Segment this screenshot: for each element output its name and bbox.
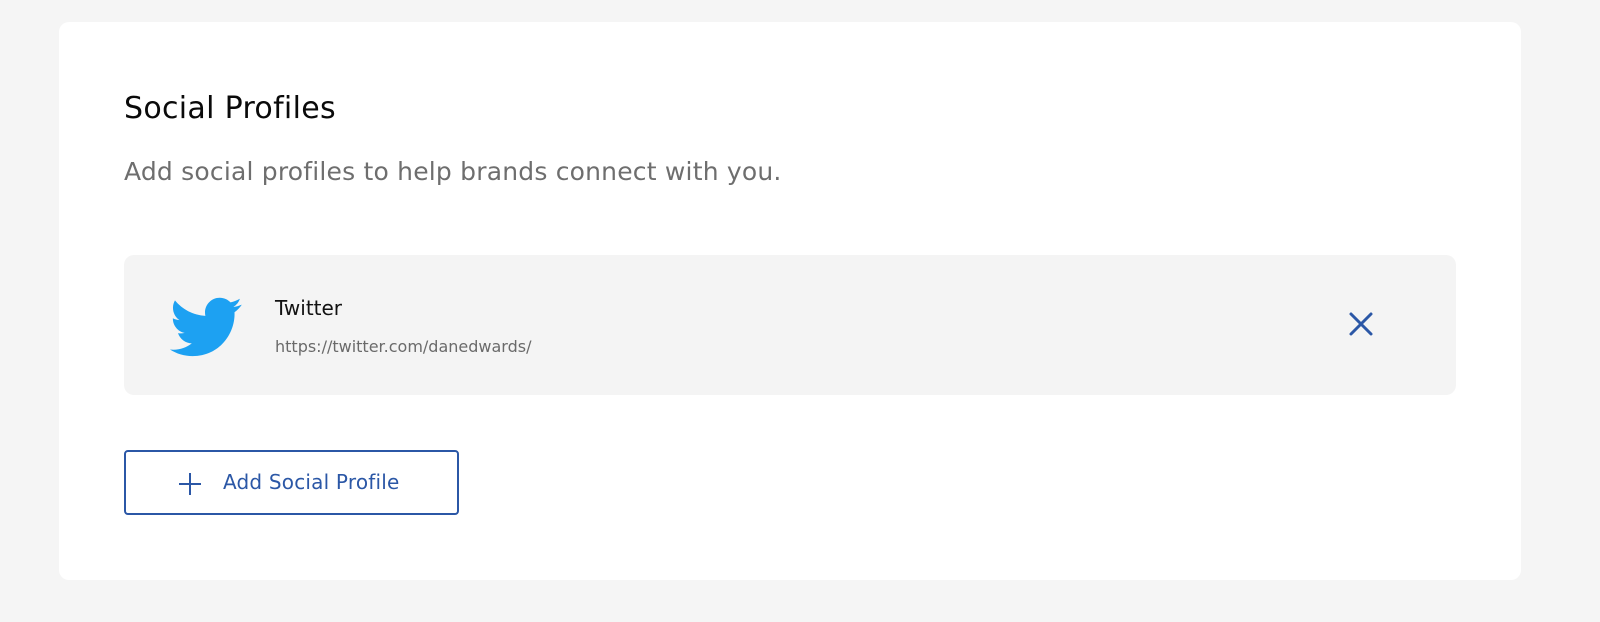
section-subtitle: Add social profiles to help brands conne… xyxy=(124,157,782,186)
twitter-bird-icon xyxy=(167,295,243,359)
add-social-profile-label: Add Social Profile xyxy=(223,470,400,494)
plus-icon xyxy=(178,472,202,496)
add-social-profile-button[interactable]: Add Social Profile xyxy=(124,450,459,515)
social-profiles-card: Social Profiles Add social profiles to h… xyxy=(59,22,1521,580)
social-profile-item-twitter: Twitter https://twitter.com/danedwards/ xyxy=(124,255,1456,395)
close-icon xyxy=(1348,311,1374,341)
remove-profile-button[interactable] xyxy=(1342,307,1380,345)
profile-name: Twitter xyxy=(275,296,343,320)
profile-url: https://twitter.com/danedwards/ xyxy=(275,337,532,356)
section-title: Social Profiles xyxy=(124,91,336,126)
